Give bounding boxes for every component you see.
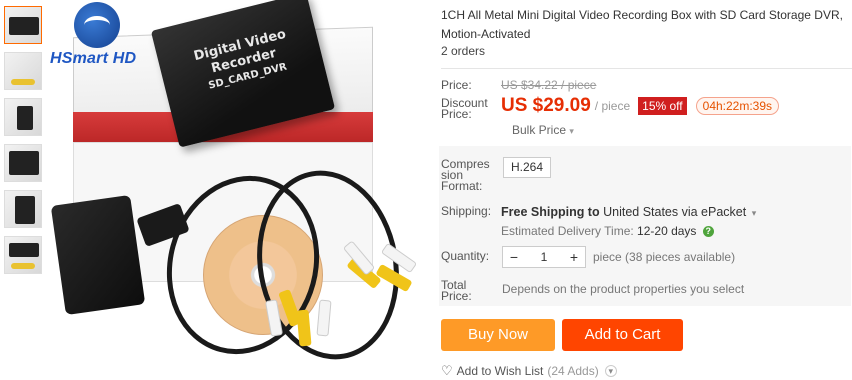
quantity-available: piece (38 pieces available) xyxy=(593,250,736,264)
delivery-label: Estimated Delivery Time: xyxy=(501,224,634,238)
total-price-description: Depends on the product properties you se… xyxy=(502,282,745,296)
thumbnail-1[interactable] xyxy=(4,6,42,44)
countdown-timer: 04h:22m:39s xyxy=(695,97,780,115)
power-adapter xyxy=(50,194,146,316)
orders-count: 2 orders xyxy=(441,44,486,58)
total-label-line2: Price: xyxy=(441,289,472,303)
add-to-cart-button[interactable]: Add to Cart xyxy=(562,319,683,351)
divider-top xyxy=(441,68,852,69)
brand-logo-icon xyxy=(74,2,120,48)
discount-badge: 15% off xyxy=(638,97,687,115)
bulk-price-label: Bulk Price xyxy=(512,123,567,137)
compression-label-line3: Format: xyxy=(441,179,483,193)
quantity-increase-button[interactable]: + xyxy=(563,249,585,265)
wishlist-count: (24 Adds) xyxy=(547,364,599,378)
discount-price-row: US $29.09 / piece 15% off 04h:22m:39s xyxy=(501,95,780,117)
shipping-label: Shipping: xyxy=(441,204,492,218)
quantity-decrease-button[interactable]: − xyxy=(503,249,525,265)
thumbnail-5[interactable] xyxy=(4,190,42,228)
shipping-selector[interactable]: Free Shipping to United States via ePack… xyxy=(501,205,756,219)
buy-now-button[interactable]: Buy Now xyxy=(441,319,555,351)
price-unit: / piece xyxy=(594,99,631,113)
quantity-input[interactable]: 1 xyxy=(541,250,548,264)
add-to-wishlist-link[interactable]: ♡ Add to Wish List (24 Adds) ▾ xyxy=(441,363,617,379)
heart-icon: ♡ xyxy=(441,363,453,378)
main-product-image[interactable]: Digital Video Recorder SD_CARD_DVR HSmar… xyxy=(48,0,430,380)
brand-logo-text: HSmart HD xyxy=(50,50,137,67)
compression-option-h264[interactable]: H.264 xyxy=(503,157,551,178)
discount-label-line2: Price: xyxy=(441,107,472,121)
thumbnail-3[interactable] xyxy=(4,98,42,136)
delivery-days: 12-20 days xyxy=(637,224,697,238)
thumbnail-6[interactable] xyxy=(4,236,42,274)
product-title: 1CH All Metal Mini Digital Video Recordi… xyxy=(441,8,843,41)
chevron-down-icon: ▾ xyxy=(569,126,574,136)
shipping-destination: United States via ePacket xyxy=(603,205,747,219)
price-label: Price: xyxy=(441,78,472,92)
bulk-price-toggle[interactable]: Bulk Price ▾ xyxy=(512,123,574,137)
discount-price: US $29.09 xyxy=(501,95,591,116)
chevron-down-icon[interactable]: ▾ xyxy=(604,365,617,377)
quantity-label: Quantity: xyxy=(441,249,490,263)
delivery-estimate: Estimated Delivery Time: 12-20 days ? xyxy=(501,224,714,238)
thumbnail-2[interactable] xyxy=(4,52,42,90)
wishlist-label: Add to Wish List xyxy=(456,364,544,378)
free-shipping-text: Free Shipping to xyxy=(501,205,600,219)
quantity-stepper: − 1 + xyxy=(502,246,586,268)
product-info-panel: 1CH All Metal Mini Digital Video Recordi… xyxy=(439,0,852,380)
device-label: Digital Video Recorder SD_CARD_DVR xyxy=(175,22,313,100)
help-icon[interactable]: ? xyxy=(702,226,714,238)
original-price: US $34.22 / piece xyxy=(501,78,597,92)
thumbnail-4[interactable] xyxy=(4,144,42,182)
chevron-down-icon: ▾ xyxy=(751,208,757,218)
thumbnail-strip xyxy=(4,6,44,282)
